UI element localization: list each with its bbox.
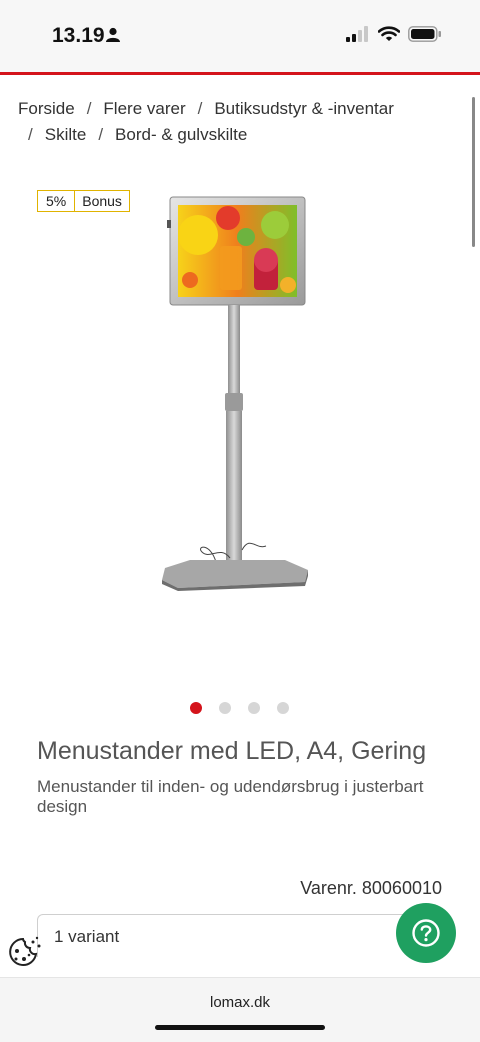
status-indicators [346, 26, 442, 42]
product-image[interactable] [150, 190, 330, 600]
breadcrumb-link-bord-gulvskilte[interactable]: Bord- & gulvskilte [115, 122, 247, 148]
breadcrumb-link-forside[interactable]: Forside [18, 96, 75, 122]
product-sku: Varenr. 80060010 [300, 878, 442, 898]
product-description: Menustander til inden- og udendørsbrug i… [37, 777, 424, 816]
breadcrumb-link-skilte[interactable]: Skilte [45, 122, 87, 148]
help-button[interactable] [396, 903, 456, 963]
product-title: Menustander med LED, A4, Gering [37, 737, 427, 765]
home-indicator[interactable] [155, 1025, 325, 1030]
carousel-dot-3[interactable] [248, 702, 260, 714]
breadcrumb-separator: / [98, 125, 104, 144]
variant-label: 1 variant [54, 927, 120, 946]
status-time: 13.19 [52, 24, 105, 47]
breadcrumb-separator: / [86, 99, 92, 118]
carousel-dot-4[interactable] [277, 702, 289, 714]
carousel-dot-2[interactable] [219, 702, 231, 714]
breadcrumb-link-flere-varer[interactable]: Flere varer [103, 96, 185, 122]
variant-selector[interactable]: 1 variant [37, 914, 429, 957]
bonus-percent: 5% [38, 191, 76, 211]
browser-url[interactable]: lomax.dk [0, 994, 480, 1011]
person-icon [106, 27, 120, 42]
question-circle-icon [412, 919, 440, 947]
breadcrumb-separator: / [197, 99, 203, 118]
signal-icon [346, 26, 368, 42]
page-scrollbar[interactable] [472, 97, 475, 247]
status-bar: 13.19 [0, 0, 480, 72]
carousel-dots [190, 702, 289, 714]
battery-icon [408, 26, 441, 42]
wifi-icon [378, 26, 400, 41]
breadcrumb-separator: / [28, 125, 33, 144]
bonus-badge: 5% Bonus [37, 190, 130, 212]
bonus-label: Bonus [82, 193, 122, 209]
breadcrumb: Forside / Flere varer / Butiksudstyr & -… [18, 96, 438, 148]
cookie-icon[interactable] [6, 935, 44, 969]
header-accent-line [0, 72, 480, 75]
browser-bottom-bar: lomax.dk [0, 977, 480, 1042]
carousel-dot-1[interactable] [190, 702, 202, 714]
breadcrumb-link-butiksudstyr[interactable]: Butiksudstyr & -inventar [214, 96, 394, 122]
